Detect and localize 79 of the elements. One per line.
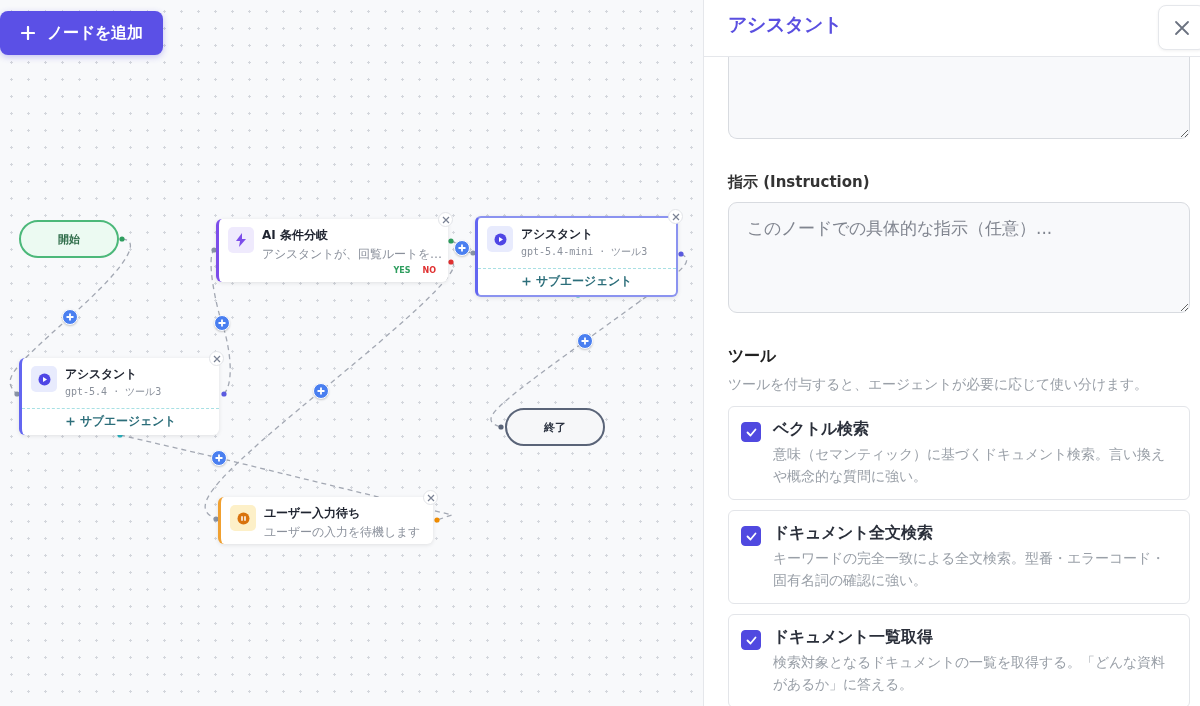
node-subtitle: アシスタントが、回覧ルートを…: [262, 246, 442, 263]
close-icon: [671, 212, 680, 221]
node-title: ユーザー入力待ち: [264, 505, 361, 522]
close-button[interactable]: [423, 490, 438, 505]
wait-node[interactable]: ユーザー入力待ち ユーザーの入力を待機します: [218, 497, 433, 544]
agent-node[interactable]: アシスタント gpt-5.4-mini · ツール3 サブエージェント: [475, 216, 678, 297]
plus-icon: [522, 277, 531, 286]
node-subtitle: ユーザーの入力を待機します: [264, 524, 420, 541]
play-icon: [31, 366, 57, 392]
plus-icon: [20, 26, 35, 40]
node-title: AI 条件分岐: [262, 227, 329, 244]
add-step-button[interactable]: [214, 315, 230, 331]
tool-card[interactable]: ベクトル検索 意味（セマンティック）に基づくドキュメント検索。言い換えや概念的な質問に強い。: [728, 406, 1190, 500]
port-dot[interactable]: [434, 517, 440, 523]
plus-icon: [65, 417, 75, 426]
close-button[interactable]: [209, 351, 224, 366]
port-dot[interactable]: [211, 247, 217, 253]
section-heading: ツール: [728, 346, 777, 367]
add-step-button[interactable]: [313, 383, 329, 399]
add-node-button[interactable]: ノードを追加: [0, 11, 163, 55]
add-step-button[interactable]: [454, 240, 470, 256]
tool-name: ドキュメント全文検索: [773, 523, 934, 544]
add-step-button[interactable]: [211, 450, 227, 466]
add-subagent-button[interactable]: サブエージェント: [22, 408, 219, 435]
instruction-field[interactable]: このノードでの具体的な指示（任意）...: [728, 202, 1190, 313]
checkbox[interactable]: [741, 630, 761, 650]
lightning-icon: [228, 227, 254, 253]
node-subtitle: gpt-5.4-mini · ツール3: [521, 245, 648, 259]
close-icon: [212, 354, 221, 363]
end-node[interactable]: 終了: [505, 408, 605, 446]
tool-description: キーワードの完全一致による全文検索。型番・エラーコード・固有名詞の確認に強い。: [773, 549, 1165, 590]
add-step-button[interactable]: [62, 309, 78, 325]
node-title: アシスタント: [65, 366, 138, 383]
check-icon: [745, 531, 757, 541]
start-node[interactable]: 開始: [19, 220, 119, 258]
port-dot[interactable]: [221, 391, 227, 397]
port-dot[interactable]: [470, 250, 476, 256]
add-subagent-button[interactable]: サブエージェント: [478, 268, 676, 295]
check-icon: [745, 427, 757, 437]
port-dot[interactable]: [678, 251, 684, 257]
port-dot[interactable]: [213, 516, 219, 522]
port-dot[interactable]: [14, 391, 20, 397]
text-field[interactable]: [728, 57, 1190, 139]
tool-name: ベクトル検索: [773, 419, 870, 440]
agent-node[interactable]: アシスタント gpt-5.4 · ツール3 サブエージェント: [19, 358, 219, 435]
plus-icon: [218, 319, 226, 327]
pause-icon: [230, 505, 256, 531]
close-button[interactable]: [438, 212, 453, 227]
branch-label: NO: [422, 266, 436, 275]
field-label: 指示 (Instruction): [728, 173, 871, 192]
close-icon: [441, 215, 450, 224]
port-dot[interactable]: [448, 259, 454, 265]
close-icon: [426, 493, 435, 502]
port-dot[interactable]: [498, 424, 504, 430]
checkbox[interactable]: [741, 526, 761, 546]
close-icon: [1174, 19, 1190, 36]
plus-icon: [215, 454, 223, 462]
condition-node[interactable]: AI 条件分岐 アシスタントが、回覧ルートを… YES NO: [216, 219, 448, 282]
tool-description: 検索対象となるドキュメントの一覧を取得する。「どんな資料があるか」に答える。: [773, 653, 1165, 694]
plus-icon: [66, 313, 74, 321]
plus-icon: [458, 244, 466, 252]
add-step-button[interactable]: [577, 333, 593, 349]
node-subtitle: gpt-5.4 · ツール3: [65, 385, 162, 399]
plus-icon: [581, 337, 589, 345]
node-title: アシスタント: [521, 226, 594, 243]
play-icon: [487, 226, 513, 252]
tool-name: ドキュメント一覧取得: [773, 627, 934, 648]
tool-card[interactable]: ドキュメント全文検索 キーワードの完全一致による全文検索。型番・エラーコード・固有名詞の確認に強い。: [728, 510, 1190, 604]
section-description: ツールを付与すると、エージェントが必要に応じて使い分けます。: [728, 375, 1149, 394]
close-button[interactable]: [668, 209, 683, 224]
port-dot[interactable]: [119, 236, 125, 242]
port-dot[interactable]: [448, 238, 454, 244]
panel-title: アシスタント: [728, 12, 842, 37]
plus-icon: [317, 387, 325, 395]
check-icon: [745, 635, 757, 645]
checkbox[interactable]: [741, 422, 761, 442]
tool-description: 意味（セマンティック）に基づくドキュメント検索。言い換えや概念的な質問に強い。: [773, 445, 1165, 486]
close-button[interactable]: [1158, 5, 1200, 50]
branch-label: YES: [393, 266, 411, 275]
